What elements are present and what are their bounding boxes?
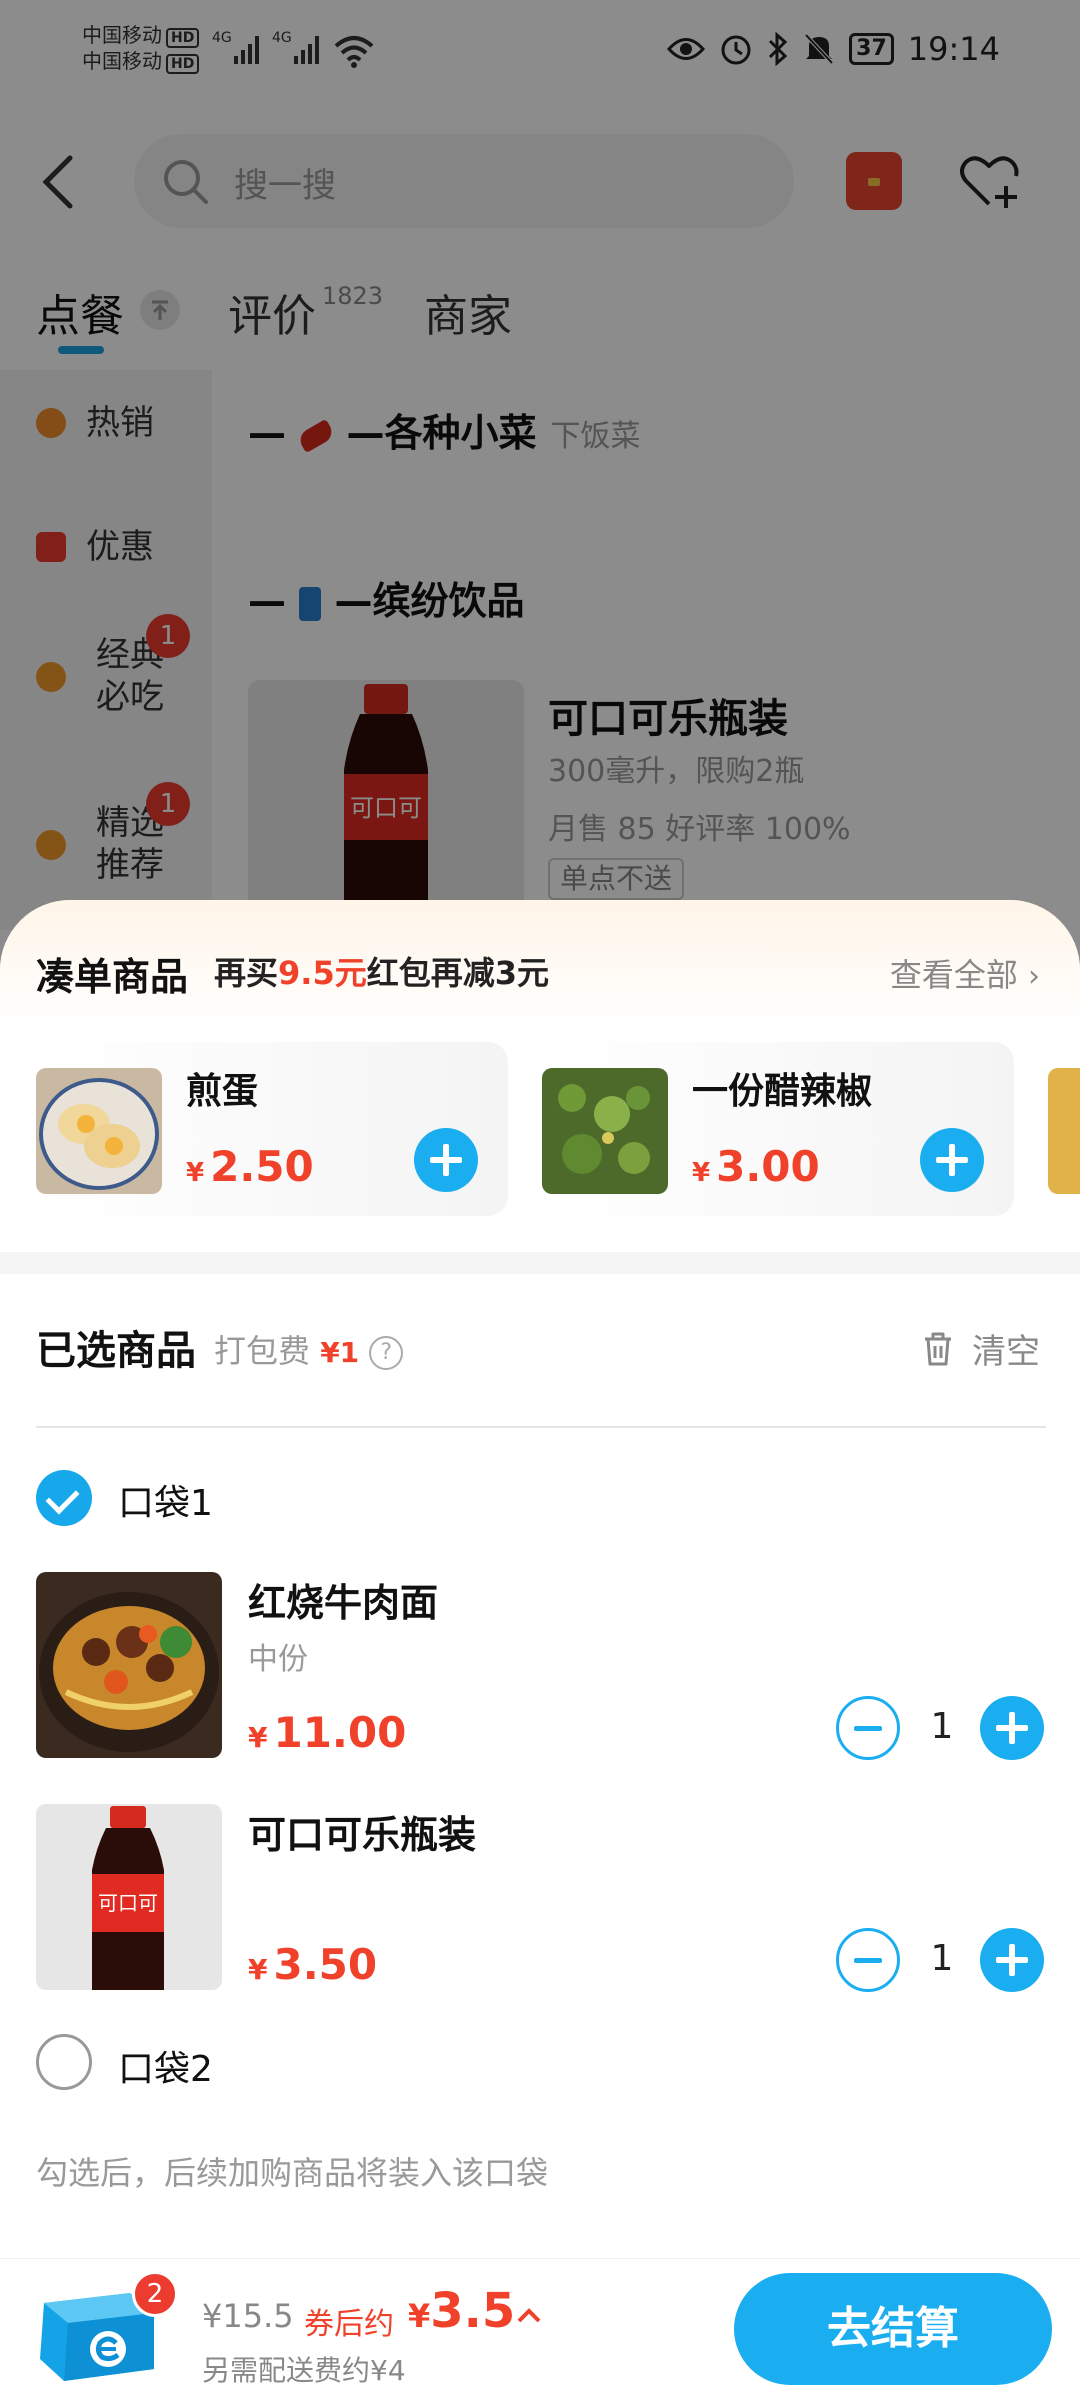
upsell-card[interactable]: 一份醋辣椒 ¥3.00	[542, 1042, 1014, 1216]
packing-fee: 打包费 ¥1?	[214, 1326, 404, 1372]
item-image-cola[interactable]: 可口可	[36, 1804, 222, 1990]
decrease-qty-button[interactable]	[836, 1696, 900, 1760]
currency-symbol: ¥	[248, 1953, 268, 1986]
price-value: 11.00	[273, 1708, 407, 1757]
upsell-note: 再买9.5元红包再减3元	[214, 948, 549, 994]
packing-fee-value: ¥1	[320, 1336, 360, 1369]
upsell-note-amount: 9.5元	[278, 954, 367, 992]
item-price: ¥11.00	[248, 1708, 406, 1757]
bag2-checkbox[interactable]	[36, 2034, 92, 2090]
add-button[interactable]	[414, 1128, 478, 1192]
upsell-note-suffix: 红包再减3元	[366, 954, 549, 992]
bag2-label: 口袋2	[118, 2049, 213, 2090]
upsell-item-price: ¥3.00	[692, 1142, 820, 1191]
upsell-item-name: 煎蛋	[186, 1071, 259, 1112]
checkout-bar: 2 ¥15.5 券后约 ¥3.5 另需配送费约¥4 去结算	[0, 2258, 1080, 2400]
trash-icon	[925, 1332, 951, 1365]
pickled-chili-image	[542, 1068, 668, 1194]
price-value: 2.50	[210, 1142, 314, 1191]
see-all-link[interactable]: 查看全部 ›	[890, 950, 1040, 996]
divider	[36, 1426, 1046, 1428]
item-image-beef-noodle[interactable]	[36, 1572, 222, 1758]
after-coupon-label: 券后约	[304, 2307, 394, 2342]
packing-fee-label: 打包费	[214, 1332, 311, 1370]
clear-label: 清空	[972, 1332, 1040, 1372]
help-icon[interactable]: ?	[369, 1336, 404, 1370]
bag1-checkbox[interactable]	[36, 1470, 92, 1526]
bag1-label: 口袋1	[118, 1483, 213, 1524]
upsell-title: 凑单商品	[36, 955, 189, 999]
cart-sheet: 凑单商品 再买9.5元红包再减3元 查看全部 › 煎蛋 ¥2.50 一份醋辣椒 …	[0, 900, 1080, 2400]
upsell-item-price: ¥2.50	[186, 1142, 314, 1191]
svg-text:可口可: 可口可	[98, 1891, 158, 1915]
increase-qty-button[interactable]	[980, 1696, 1044, 1760]
bag-hint: 勾选后，后续加购商品将装入该口袋	[36, 2154, 549, 2192]
increase-qty-button[interactable]	[980, 1928, 1044, 1992]
cart-count-badge: 2	[132, 2271, 178, 2317]
upsell-item-name: 一份醋辣椒	[692, 1071, 873, 1112]
selected-title: 已选商品	[36, 1328, 196, 1374]
decrease-qty-button[interactable]	[836, 1928, 900, 1992]
quantity-value: 1	[930, 1938, 954, 1979]
currency-symbol: ¥	[692, 1158, 711, 1188]
original-price: ¥15.5	[202, 2297, 294, 2335]
upsell-card[interactable]: 煎蛋 ¥2.50	[36, 1042, 508, 1216]
clear-button[interactable]: 清空	[922, 1324, 1040, 1373]
item-name: 红烧牛肉面	[248, 1581, 439, 1625]
upsell-note-prefix: 再买	[214, 954, 279, 992]
price-value: 3.5	[430, 2283, 516, 2339]
add-button[interactable]	[920, 1128, 984, 1192]
chevron-right-icon: ›	[1028, 959, 1040, 994]
section-separator	[0, 1252, 1080, 1274]
fried-egg-image	[36, 1068, 162, 1194]
quantity-value: 1	[930, 1706, 954, 1747]
checkout-button[interactable]: 去结算	[734, 2273, 1052, 2385]
delivery-fee-note: 另需配送费约¥4	[202, 2354, 406, 2387]
item-name: 可口可乐瓶装	[248, 1813, 477, 1857]
item-spec: 中份	[248, 1642, 308, 1677]
currency-symbol: ¥	[186, 1158, 205, 1188]
currency-symbol: ¥	[248, 1721, 268, 1754]
price-value: 3.00	[716, 1142, 820, 1191]
upsell-card-peek[interactable]	[1048, 1068, 1080, 1194]
see-all-label: 查看全部	[889, 956, 1018, 994]
chevron-up-icon[interactable]	[514, 2301, 544, 2331]
item-price: ¥3.50	[248, 1940, 377, 1989]
currency-symbol: ¥	[408, 2297, 431, 2335]
final-price: ¥3.5	[408, 2283, 515, 2339]
price-value: 3.50	[273, 1940, 378, 1989]
